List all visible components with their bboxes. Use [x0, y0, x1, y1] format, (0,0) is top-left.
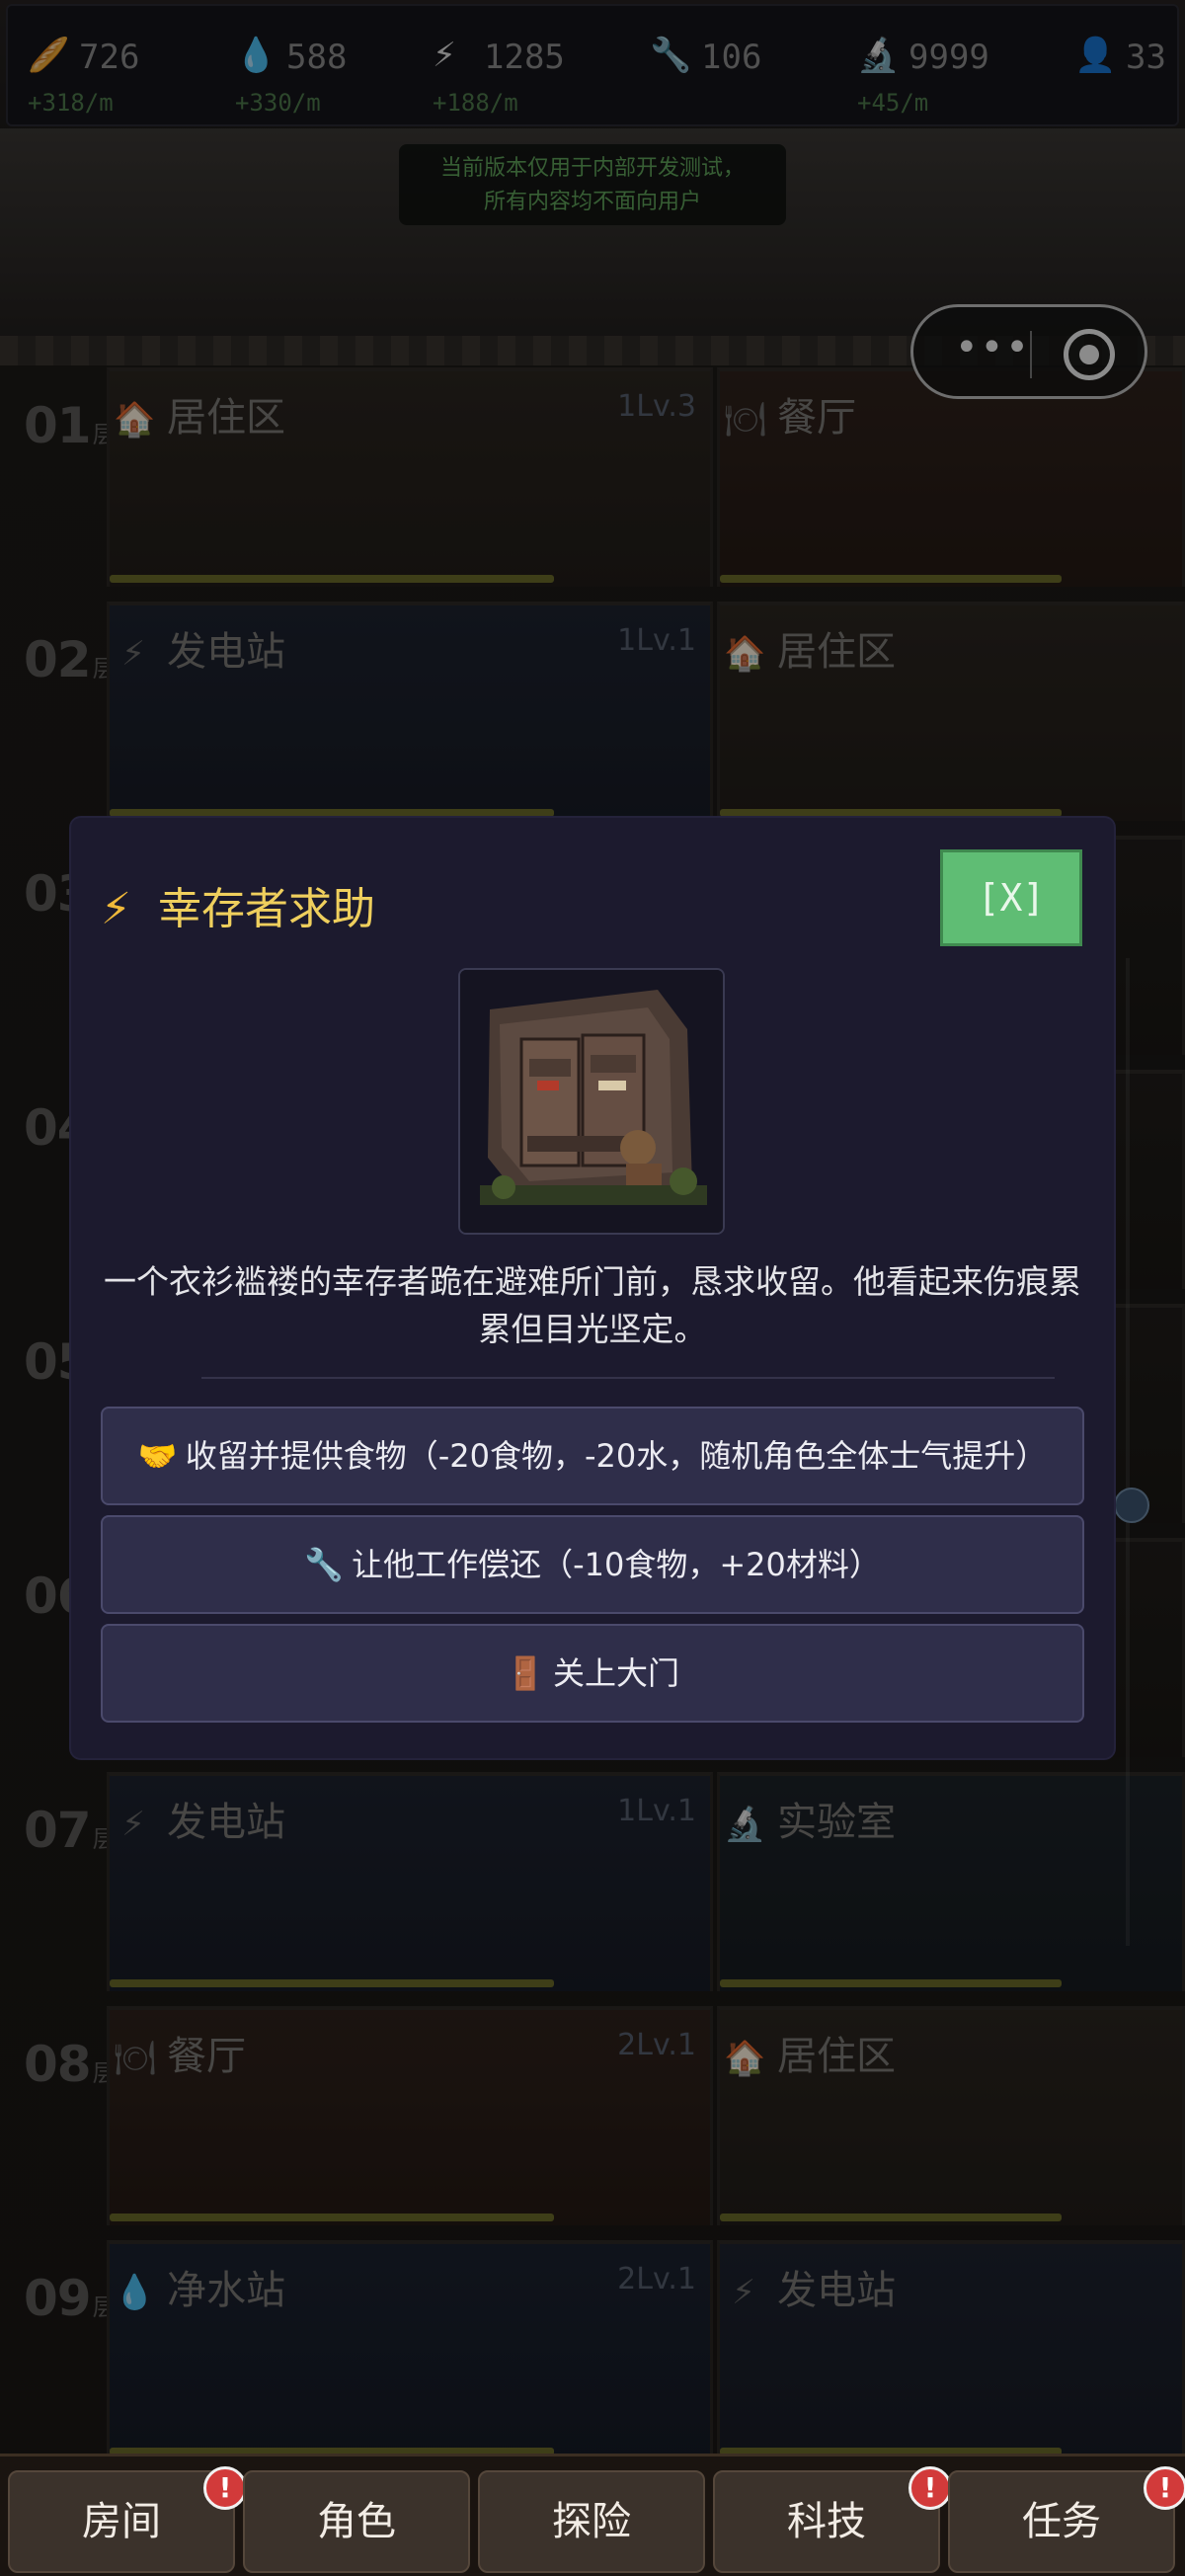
shelter-door-image — [460, 970, 723, 1233]
lightning-icon: ⚡ — [101, 884, 131, 934]
handshake-icon: 🤝 — [137, 1437, 178, 1475]
modal-divider — [201, 1377, 1055, 1379]
nav-label: 房间 — [82, 2499, 161, 2544]
option-label: 让他工作偿还（-10食物，+20材料） — [352, 1546, 881, 1583]
nav-characters-button[interactable]: 角色 — [243, 2470, 470, 2573]
nav-label: 探险 — [552, 2499, 631, 2544]
modal-title-text: 幸存者求助 — [158, 884, 375, 934]
alert-badge: ! — [203, 2466, 247, 2510]
alert-badge: ! — [908, 2466, 952, 2510]
nav-tech-button[interactable]: 科技 ! — [713, 2466, 952, 2573]
nav-rooms-button[interactable]: 房间 ! — [8, 2466, 247, 2573]
event-illustration — [458, 968, 725, 1235]
option-accept-survivor[interactable]: 🤝 收留并提供食物（-20食物，-20水，随机角色全体士气提升） — [101, 1407, 1084, 1505]
option-close-gate[interactable]: 🚪 关上大门 — [101, 1624, 1084, 1723]
wrench-icon: 🔧 — [304, 1546, 345, 1583]
nav-label: 科技 — [787, 2499, 866, 2544]
close-button[interactable]: [X] — [940, 849, 1082, 946]
nav-label: 任务 — [1022, 2499, 1101, 2544]
bottom-nav: 房间 ! 角色 探险 科技 ! 任务 ! — [0, 2454, 1185, 2576]
nav-tasks-button[interactable]: 任务 ! — [948, 2466, 1185, 2573]
modal-title: ⚡ 幸存者求助 — [101, 873, 375, 936]
nav-label: 角色 — [317, 2499, 396, 2544]
nav-explore-button[interactable]: 探险 — [478, 2470, 705, 2573]
option-label: 收留并提供食物（-20食物，-20水，随机角色全体士气提升） — [185, 1437, 1048, 1475]
event-description: 一个衣衫褴褛的幸存者跪在避难所门前，恳求收留。他看起来伤痕累累但目光坚定。 — [104, 1262, 1081, 1348]
option-work-repay[interactable]: 🔧 让他工作偿还（-10食物，+20材料） — [101, 1515, 1084, 1614]
option-label: 关上大门 — [552, 1654, 679, 1692]
door-icon: 🚪 — [506, 1654, 545, 1692]
event-modal: ⚡ 幸存者求助 [X] 一个衣衫褴褛的幸存者跪在避难所门前，恳求收留。他看起来伤痕… — [71, 818, 1114, 1758]
alert-badge: ! — [1144, 2466, 1185, 2510]
